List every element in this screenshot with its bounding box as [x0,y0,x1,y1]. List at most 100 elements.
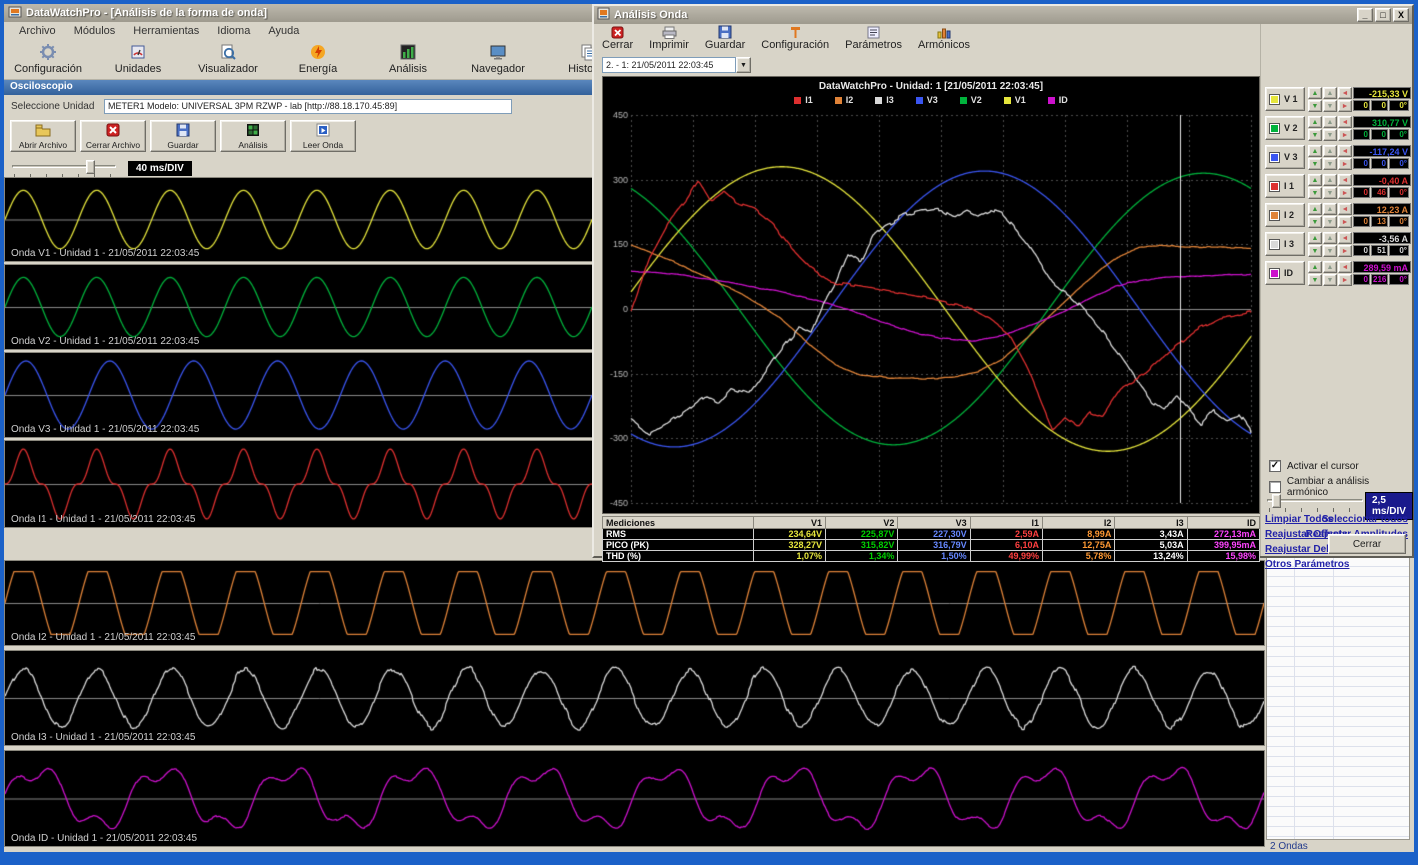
cell-value: 15,98% [1187,551,1259,562]
delay-right-button[interactable]: ► [1338,187,1352,199]
wave-list-grid[interactable] [1266,556,1410,840]
close-icon[interactable]: X [1393,8,1409,22]
toolbar-button-navegador[interactable]: Navegador [460,42,536,75]
amp-down-button[interactable]: ▼ [1308,187,1322,199]
amp-down-button[interactable]: ▼ [1308,274,1322,286]
cell-value: 225,87V [826,529,898,540]
offset-up-button[interactable]: ▲ [1323,261,1337,273]
delay-right-button[interactable]: ► [1338,274,1352,286]
channel-toggle-v-1[interactable]: V 1 [1265,87,1305,111]
dialog-toolbar-button-parametros[interactable]: Parámetros [845,25,902,51]
cursor-checkbox[interactable]: ✓ [1269,460,1281,472]
channel-toggle-i-1[interactable]: I 1 [1265,174,1305,198]
cell-value: 49,99% [970,551,1042,562]
amp-down-button[interactable]: ▼ [1308,158,1322,170]
channel-toggle-id[interactable]: ID [1265,261,1305,285]
offset-up-button[interactable]: ▲ [1323,116,1337,128]
legend-label: V2 [971,95,982,105]
delay-right-button[interactable]: ► [1338,245,1352,257]
dialog-toolbar-button-armonicos[interactable]: Armónicos [918,25,970,51]
unit-selector-combo[interactable]: METER1 Modelo: UNIVERSAL 3PM RZWP - lab … [104,99,512,114]
file-button-leer-onda[interactable]: Leer Onda [290,120,356,152]
browser-icon [489,43,507,61]
channel-arrow-grid: ▲▲◄▼▼► [1308,116,1352,141]
offset-down-button[interactable]: ▼ [1323,187,1337,199]
amp-down-button[interactable]: ▼ [1308,100,1322,112]
wave-panel-label: Onda I1 - Unidad 1 - 21/05/2011 22:03:45 [11,514,195,525]
channel-toggle-i-3[interactable]: I 3 [1265,232,1305,256]
dialog-titlebar[interactable]: Análisis Onda _ □ X [594,6,1412,24]
channel-toggle-v-2[interactable]: V 2 [1265,116,1305,140]
maximize-button[interactable]: □ [1375,8,1391,22]
amp-up-button[interactable]: ▲ [1308,261,1322,273]
link-seleccionar-todos[interactable]: Seleccionar todos [1322,514,1408,525]
delay-left-button[interactable]: ◄ [1338,145,1352,157]
menu-item-ayuda[interactable]: Ayuda [259,24,308,38]
dialog-toolbar-button-cerrar[interactable]: Cerrar [602,25,633,51]
amp-up-button[interactable]: ▲ [1308,116,1322,128]
delay-right-button[interactable]: ► [1338,129,1352,141]
menu-item-herramientas[interactable]: Herramientas [124,24,208,38]
link-otros-parametros[interactable]: Otros Parámetros [1265,559,1349,570]
offset-down-button[interactable]: ▼ [1323,216,1337,228]
offset-down-button[interactable]: ▼ [1323,274,1337,286]
dialog-toolbar-button-imprimir[interactable]: Imprimir [649,25,689,51]
chart-slider-thumb[interactable] [1272,494,1281,508]
dialog-toolbar-button-guardar[interactable]: Guardar [705,25,745,51]
osc-slider-thumb[interactable] [86,160,95,174]
osc-timebase-slider[interactable] [12,158,116,178]
amp-up-button[interactable]: ▲ [1308,145,1322,157]
toolbar-button-unidades[interactable]: Unidades [100,42,176,75]
delay-left-button[interactable]: ◄ [1338,87,1352,99]
toolbar-button-configuracion[interactable]: Configuración [10,42,86,75]
amp-down-button[interactable]: ▼ [1308,216,1322,228]
channel-value: 289,59 mA [1353,261,1411,273]
offset-up-button[interactable]: ▲ [1323,174,1337,186]
delay-left-button[interactable]: ◄ [1338,232,1352,244]
column-header: Mediciones [603,517,754,529]
channel-toggle-v-3[interactable]: V 3 [1265,145,1305,169]
delay-left-button[interactable]: ◄ [1338,261,1352,273]
amp-up-button[interactable]: ▲ [1308,174,1322,186]
file-button-cerrar-archivo[interactable]: Cerrar Archivo [80,120,146,152]
delay-right-button[interactable]: ► [1338,100,1352,112]
channel-row-i-2: I 2▲▲◄▼▼►12,23 A0130° [1265,202,1411,229]
delay-right-button[interactable]: ► [1338,158,1352,170]
cell-value: 316,79V [898,540,970,551]
offset-up-button[interactable]: ▲ [1323,87,1337,99]
toolbar-button-visualizador[interactable]: Visualizador [190,42,266,75]
minimize-button[interactable]: _ [1357,8,1373,22]
menu-item-idioma[interactable]: Idioma [208,24,259,38]
amp-up-button[interactable]: ▲ [1308,203,1322,215]
offset-down-button[interactable]: ▼ [1323,100,1337,112]
amp-up-button[interactable]: ▲ [1308,232,1322,244]
file-button-guardar[interactable]: Guardar [150,120,216,152]
amp-down-button[interactable]: ▼ [1308,245,1322,257]
offset-down-button[interactable]: ▼ [1323,158,1337,170]
offset-up-button[interactable]: ▲ [1323,203,1337,215]
delay-right-button[interactable]: ► [1338,216,1352,228]
offset-down-button[interactable]: ▼ [1323,129,1337,141]
record-selector-combo[interactable]: 2. - 1: 21/05/2011 22:03:45 [602,57,736,73]
toolbar-button-energia[interactable]: Energía [280,42,356,75]
delay-left-button[interactable]: ◄ [1338,116,1352,128]
wave-count-status: 2 Ondas [1270,841,1308,852]
toolbar-button-analisis[interactable]: Análisis [370,42,446,75]
offset-up-button[interactable]: ▲ [1323,145,1337,157]
delay-left-button[interactable]: ◄ [1338,174,1352,186]
dialog-toolbar-button-configuracion[interactable]: Configuración [761,25,829,51]
menu-item-archivo[interactable]: Archivo [10,24,65,38]
chart-timebase-slider[interactable] [1267,492,1363,512]
menu-item-modulos[interactable]: Módulos [65,24,125,38]
file-button-abrir-archivo[interactable]: Abrir Archivo [10,120,76,152]
dialog-close-button[interactable]: Cerrar [1328,534,1406,554]
legend-label: I2 [846,95,854,105]
delay-left-button[interactable]: ◄ [1338,203,1352,215]
offset-down-button[interactable]: ▼ [1323,245,1337,257]
file-button-analisis[interactable]: Análisis [220,120,286,152]
amp-up-button[interactable]: ▲ [1308,87,1322,99]
channel-toggle-i-2[interactable]: I 2 [1265,203,1305,227]
offset-up-button[interactable]: ▲ [1323,232,1337,244]
chevron-down-icon[interactable]: ▼ [736,57,751,73]
amp-down-button[interactable]: ▼ [1308,129,1322,141]
